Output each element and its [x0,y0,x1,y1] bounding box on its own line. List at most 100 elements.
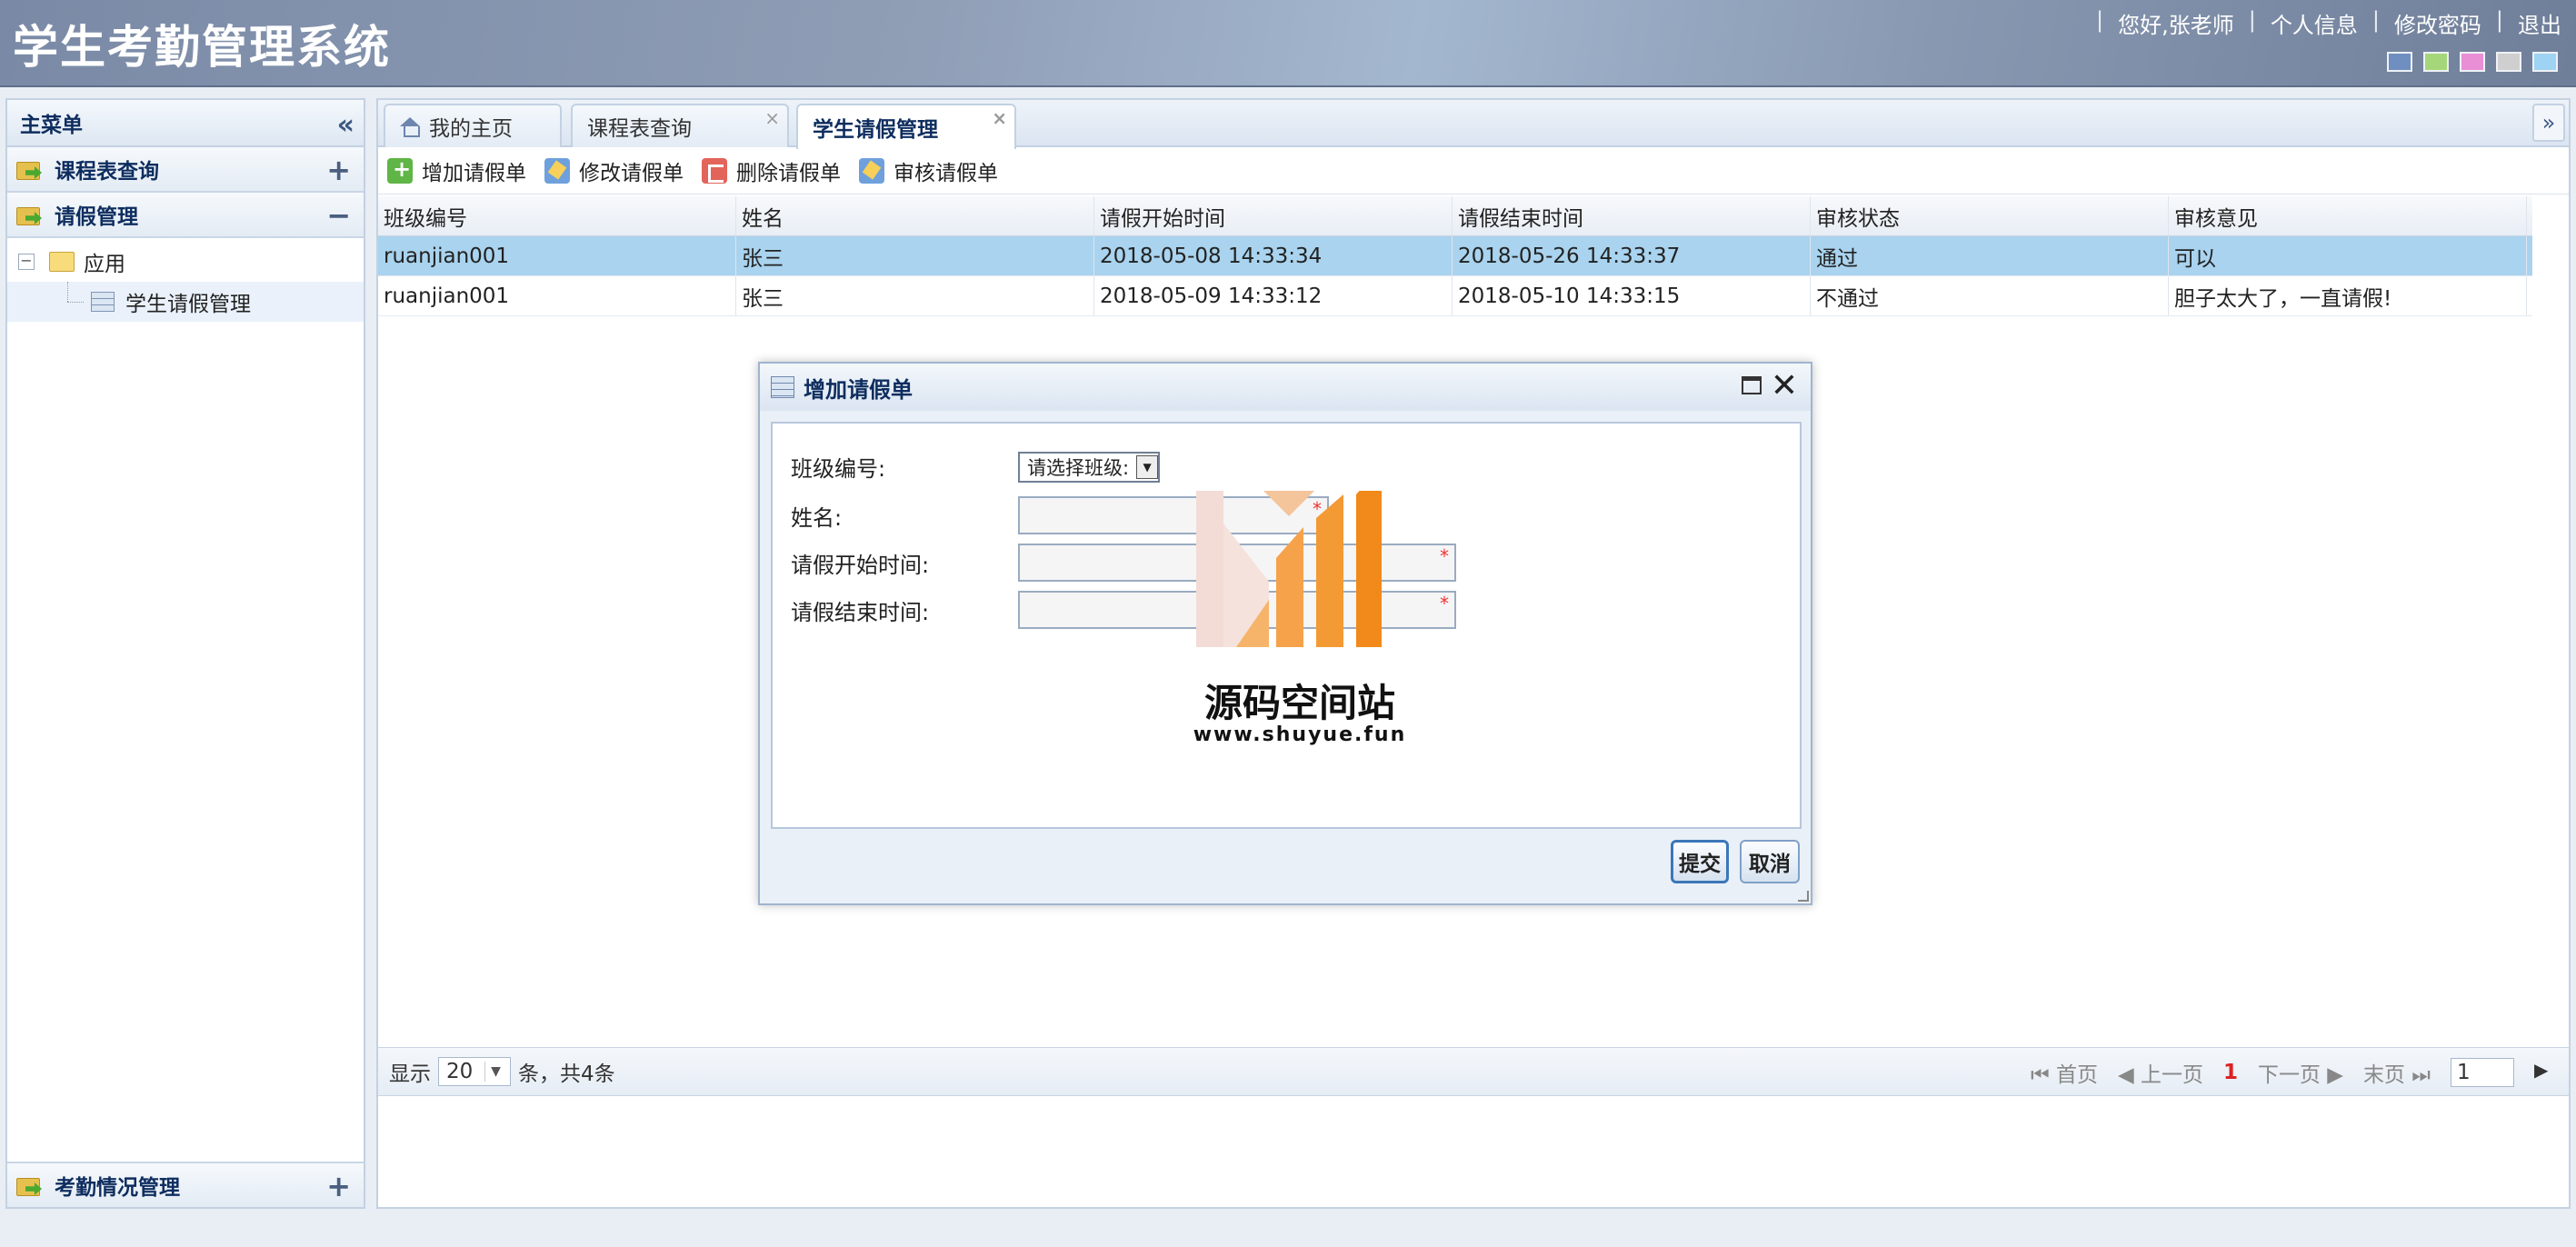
form-row-class: 班级编号: 请选择班级: ▼ [791,451,1161,483]
sidebar-title: 主菜单 [20,114,83,137]
grid-icon [91,292,115,312]
theme-swatch-blue[interactable] [2387,52,2412,72]
accordion-label: 课程表查询 [55,160,159,184]
expand-icon[interactable]: + [326,1169,351,1203]
sidebar-header: 主菜单 « [7,100,364,147]
close-icon[interactable]: ✕ [1771,367,1798,404]
collapse-icon[interactable]: − [326,198,351,233]
column-header[interactable]: 请假结束时间 [1453,196,1811,235]
close-icon[interactable]: × [764,107,780,129]
top-links: | 您好,张老师 | 个人信息 | 修改密码 | 退出 [2095,7,2561,39]
folder-arrow-icon [16,204,44,225]
change-password-link[interactable]: 修改密码 [2394,7,2481,39]
chevron-down-icon: ▼ [484,1062,506,1082]
delete-icon [702,157,727,184]
theme-swatch-lightblue[interactable] [2532,52,2558,72]
column-header[interactable]: 姓名 [736,196,1094,235]
name-label: 姓名: [791,504,843,531]
page-size-select[interactable]: 20 ▼ [438,1057,511,1086]
watermark-logo [1196,491,1382,647]
theme-swatches [2387,52,2558,72]
leave-table: 班级编号 姓名 请假开始时间 请假结束时间 审核状态 审核意见 ruanjian… [378,196,2532,316]
required-mark: * [1440,545,1449,567]
profile-link[interactable]: 个人信息 [2271,7,2358,39]
table-cell: ruanjian001 [378,276,736,315]
logout-link[interactable]: 退出 [2518,7,2561,39]
table-row[interactable]: ruanjian001 张三 2018-05-08 14:33:34 2018-… [378,236,2532,276]
theme-swatch-pink[interactable] [2460,52,2485,72]
chevron-down-icon: ▼ [1136,454,1159,479]
tab-student-leave[interactable]: 学生请假管理 × [796,104,1016,149]
table-row[interactable]: ruanjian001 张三 2018-05-09 14:33:12 2018-… [378,276,2532,316]
accordion-label: 考勤情况管理 [55,1176,180,1200]
audit-icon [859,157,884,184]
tab-menu-chevron-icon[interactable]: » [2532,104,2565,142]
tab-course-query[interactable]: 课程表查询 × [571,104,789,147]
accordion-course-query[interactable]: 课程表查询 + [7,147,364,193]
required-mark: * [1440,593,1449,614]
edit-leave-button[interactable]: 修改请假单 [544,155,684,186]
folder-arrow-icon [16,158,44,180]
app-title: 学生考勤管理系统 [13,21,391,74]
prev-page-button[interactable]: ◀ 上一页 [2118,1057,2203,1088]
accordion-attendance-management[interactable]: 考勤情况管理 + [7,1162,364,1207]
column-header[interactable]: 审核意见 [2169,196,2527,235]
first-page-button[interactable]: ⏮ 首页 [2031,1057,2098,1088]
tab-bar: 我的主页 课程表查询 × 学生请假管理 × » [378,100,2569,149]
class-select[interactable]: 请选择班级: ▼ [1018,451,1161,483]
theme-swatch-green[interactable] [2423,52,2449,72]
table-cell: 2018-05-26 14:33:37 [1453,236,1811,275]
delete-leave-button[interactable]: 删除请假单 [702,155,841,186]
expand-icon[interactable]: + [326,153,351,187]
audit-leave-button[interactable]: 审核请假单 [859,155,998,186]
dialog-footer: 提交 取消 [771,831,1802,894]
theme-swatch-gray[interactable] [2496,52,2521,72]
cancel-button[interactable]: 取消 [1740,840,1800,883]
table-cell: 张三 [736,276,1094,315]
home-icon [400,117,420,137]
tree-node-app[interactable]: − 应用 [7,242,364,282]
grid-icon [771,376,794,398]
collapse-sidebar-icon[interactable]: « [337,109,354,141]
table-cell: ruanjian001 [378,236,736,275]
table-cell: 张三 [736,236,1094,275]
table-cell: 可以 [2169,236,2527,275]
resize-handle[interactable] [1798,891,1809,902]
pager-summary: 条，共4条 [518,1062,615,1086]
menu-tree: − 应用 学生请假管理 [7,238,364,325]
class-label: 班级编号: [791,456,886,482]
table-header: 班级编号 姓名 请假开始时间 请假结束时间 审核状态 审核意见 [378,196,2532,236]
column-header[interactable]: 班级编号 [378,196,736,235]
column-header[interactable]: 请假开始时间 [1094,196,1453,235]
greeting-link[interactable]: 您好,张老师 [2118,7,2234,39]
add-icon [387,156,413,184]
toolbar: 增加请假单 修改请假单 删除请假单 审核请假单 [378,147,2569,195]
accordion-leave-management[interactable]: 请假管理 − [7,193,364,238]
tab-home[interactable]: 我的主页 [384,104,562,147]
close-icon[interactable]: × [992,107,1007,129]
tree-node-label: 应用 [84,253,125,276]
end-time-label: 请假结束时间: [791,599,930,625]
next-page-button[interactable]: 下一页 ▶ [2258,1057,2343,1088]
last-page-button[interactable]: 末页 ⏭ [2363,1057,2431,1088]
tab-label: 我的主页 [429,117,513,141]
add-leave-button[interactable]: 增加请假单 [387,155,526,186]
folder-arrow-icon [16,1174,44,1196]
tab-label: 课程表查询 [587,117,692,141]
table-cell: 2018-05-08 14:33:34 [1094,236,1453,275]
pagination-bar: 显示 20 ▼ 条，共4条 ⏮ 首页 ◀ 上一页 1 下一页 ▶ 末页 ⏭ 1 … [378,1047,2569,1096]
tab-label: 学生请假管理 [813,118,938,142]
column-header[interactable]: 审核状态 [1811,196,2169,235]
watermark: 源码空间站 www.shuyue.fun [1182,491,1418,754]
page-number-input[interactable]: 1 [2451,1058,2514,1087]
watermark-url: www.shuyue.fun [1193,723,1407,746]
go-page-icon[interactable]: ▶ [2534,1059,2556,1086]
submit-button[interactable]: 提交 [1671,840,1729,883]
start-time-label: 请假开始时间: [791,552,930,578]
sidebar: 主菜单 « 课程表查询 + 请假管理 − − 应用 学生请假管理 考勤情况管理 … [5,98,365,1209]
edit-icon [544,157,570,184]
tree-item-student-leave[interactable]: 学生请假管理 [7,282,364,322]
maximize-icon[interactable] [1742,376,1762,394]
dialog-titlebar[interactable]: 增加请假单 ✕ [760,364,1811,411]
tree-collapse-icon[interactable]: − [18,254,35,270]
